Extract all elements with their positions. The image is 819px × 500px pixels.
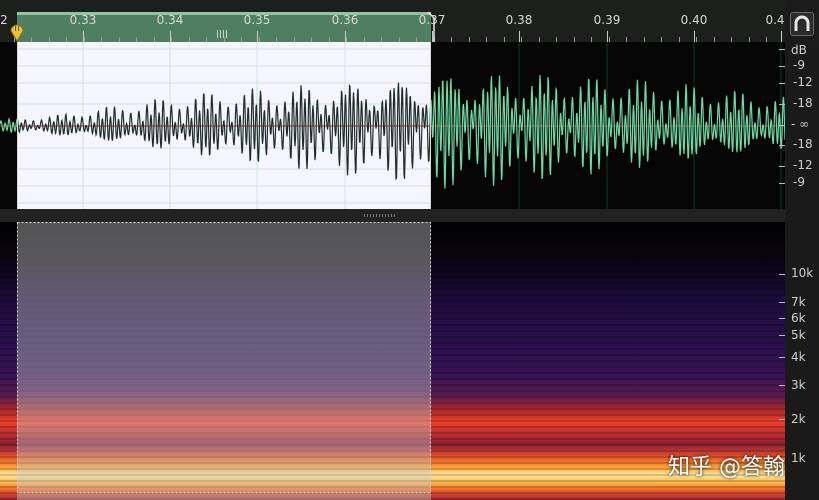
scale-tick	[779, 335, 785, 336]
scale-tick	[779, 357, 785, 358]
frequency-label: 3k	[791, 378, 806, 392]
db-label: -12	[793, 158, 813, 172]
scale-tick	[779, 385, 785, 386]
frequency-label: 6k	[791, 311, 806, 325]
scale-tick	[779, 125, 785, 126]
watermark: 知乎 @答翰	[668, 455, 785, 480]
selection-end-handle-icon[interactable]	[427, 12, 435, 42]
scale-tick	[779, 274, 785, 275]
snap-button[interactable]	[790, 12, 814, 36]
frequency-label: 1k	[791, 451, 806, 465]
scale-tick	[779, 104, 785, 105]
ruler-major-tick	[607, 31, 608, 42]
db-label: -18	[793, 96, 813, 110]
time-label: 2	[0, 13, 8, 27]
scale-tick	[779, 83, 785, 84]
time-label: 0.39	[593, 13, 621, 27]
db-label: -12	[793, 75, 813, 89]
ruler-major-tick	[694, 31, 695, 42]
scale-tick	[779, 145, 785, 146]
db-label: - ∞	[791, 117, 810, 131]
db-label: -9	[793, 175, 805, 189]
snap-magnet-icon	[794, 15, 810, 31]
frequency-label: 2k	[791, 412, 806, 426]
time-label: 0.33	[69, 13, 97, 27]
time-label: 0.38	[505, 13, 533, 27]
ruler-major-tick	[781, 31, 782, 42]
spectrogram-selection[interactable]	[17, 222, 431, 500]
scale-tick	[779, 302, 785, 303]
frequency-label: 10k	[791, 266, 814, 280]
frequency-label: 7k	[791, 295, 806, 309]
db-label: -9	[793, 58, 805, 72]
scale-tick	[779, 166, 785, 167]
time-label: 0.34	[156, 13, 184, 27]
ruler-major-tick	[257, 31, 258, 42]
scale-tick	[779, 183, 785, 184]
time-label: 0.40	[680, 13, 708, 27]
playhead-marker-icon[interactable]	[9, 22, 25, 42]
waveform-view[interactable]	[0, 42, 785, 209]
time-label: 0.36	[331, 13, 359, 27]
scale-tick	[779, 419, 785, 420]
time-label: 0.35	[243, 13, 271, 27]
ruler-major-tick	[519, 31, 520, 42]
zoom-grip-icon[interactable]	[216, 30, 228, 38]
scale-tick	[779, 318, 785, 319]
frequency-label: 5k	[791, 328, 806, 342]
frequency-label: 4k	[791, 350, 806, 364]
scale-tick	[779, 66, 785, 67]
scale-tick	[779, 49, 785, 50]
time-label: 0.4	[765, 13, 785, 27]
db-label: -18	[793, 137, 813, 151]
time-ruler[interactable]: 2 0.33 0.34 0.35 0.36 0.37 0.38 0.39 0.4…	[0, 0, 785, 42]
db-unit-label: dB	[791, 43, 807, 57]
divider-grip-icon[interactable]	[364, 214, 396, 217]
